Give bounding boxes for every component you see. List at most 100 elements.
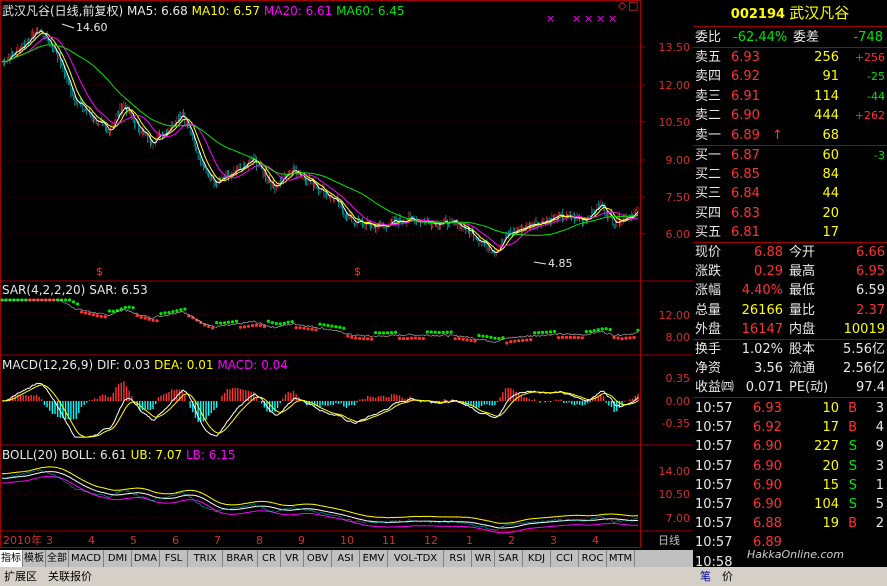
sar-dot [278, 322, 282, 326]
tab-vr[interactable]: VR [281, 550, 304, 567]
tab-全部[interactable]: 全部 [46, 550, 69, 567]
sar-dot [529, 338, 533, 342]
sar-dot [95, 314, 99, 318]
sar-dot [493, 336, 497, 340]
sar-dot [473, 339, 477, 343]
sar-dot [556, 336, 561, 340]
stat-label: 今开 [789, 245, 816, 260]
tick-price: 6.90 [753, 439, 782, 455]
sar-dot [624, 336, 628, 340]
y-tick-label: 13.50 [659, 41, 691, 54]
x-month-label: 11 [382, 534, 396, 547]
x-year-label: 2010年 [3, 533, 42, 547]
stock-name: 武汉凡谷 [789, 4, 850, 22]
sar-dot [378, 331, 382, 335]
weibi-row: 委比 -62.44% 委差 -748 [693, 28, 887, 47]
sar-dot [234, 319, 239, 323]
tab-asi[interactable]: ASI [332, 550, 360, 567]
tick-side: B [848, 516, 857, 532]
tab-模板[interactable]: 模板 [23, 550, 46, 567]
sar-dot [596, 328, 600, 332]
ask-row: 卖四 6.92 91 -25 [693, 67, 887, 86]
sar-dot [533, 331, 537, 335]
tick-view-button[interactable]: 笔 [700, 568, 711, 585]
sar-dot [175, 309, 179, 313]
y-tick-label: 9.00 [666, 154, 691, 167]
sar-dot [238, 325, 243, 329]
sar-dot [274, 322, 278, 326]
tick-time: 10:57 [695, 516, 733, 532]
sar-dot [167, 310, 171, 315]
tick-count: 9 [875, 439, 884, 455]
tab-roc[interactable]: ROC [579, 550, 607, 567]
sar-dot [525, 338, 529, 342]
fund-value: 1.02% [741, 342, 783, 357]
high-price-label: 14.60 [76, 21, 108, 34]
price-view-button[interactable]: 价 [722, 568, 733, 585]
kline-chart-svg[interactable]: 13.50 12.00 10.50 9.00 7.50 6.00 12.00 8.00 0.35… [0, 0, 693, 548]
tab-指标[interactable]: 指标 [0, 550, 23, 567]
tab-emv[interactable]: EMV [360, 550, 388, 567]
ask-volume: 256 [814, 50, 839, 65]
sar-dot [441, 330, 445, 334]
tab-rsi[interactable]: RSI [444, 550, 472, 567]
sar-dot [537, 331, 541, 335]
tick-count: 5 [875, 497, 884, 512]
tab-dmi[interactable]: DMI [104, 550, 132, 567]
tick-row: 10:57 6.90 227 S 9 [693, 437, 887, 456]
sar-dot [123, 305, 127, 310]
tab-sar[interactable]: SAR [495, 550, 523, 567]
tab-vol-tdx[interactable]: VOL-TDX [388, 550, 444, 567]
tab-dma[interactable]: DMA [132, 550, 160, 567]
sar-dot [83, 311, 88, 315]
tab-mtm[interactable]: MTM [607, 550, 635, 567]
sar-dot [151, 318, 155, 322]
sar-dot [469, 338, 473, 342]
x-month-label: 5 [130, 534, 137, 547]
macd-value: MACD: 0.04 [217, 358, 288, 372]
tick-price: 6.93 [753, 401, 782, 416]
sar-dot [477, 333, 481, 338]
sar-dot [370, 337, 374, 341]
x-month-label: 12 [424, 534, 438, 547]
sar-dot [298, 326, 302, 330]
tick-side: S [848, 458, 857, 474]
tab-trix[interactable]: TRIX [188, 550, 223, 567]
tick-price: 6.92 [753, 420, 782, 436]
bid-row: 买二 6.85 84 [693, 165, 887, 184]
tab-macd[interactable]: MACD [69, 550, 104, 567]
sar-y-tick-label: 8.00 [666, 331, 691, 344]
fund-row: 收益㈣ 0.071 PE(动) 97.4 [693, 378, 887, 397]
bid-volume: 44 [822, 186, 839, 202]
tab-wr[interactable]: WR [472, 550, 495, 567]
sar-dot [489, 335, 493, 339]
tick-side: S [848, 497, 857, 512]
tab-kdj[interactable]: KDJ [523, 550, 551, 567]
status-bar: 扩展区 关联报价 笔 价 [0, 567, 887, 586]
tab-brar[interactable]: BRAR [223, 550, 258, 567]
sar-dot [544, 330, 549, 334]
sar-dot [139, 315, 143, 319]
dividend-marker: $ [96, 265, 103, 278]
extension-area-button[interactable]: 扩展区 [4, 568, 37, 585]
bid-row: 买三 6.84 44 [693, 184, 887, 203]
sar-dot [548, 330, 553, 334]
bid-volume: 17 [822, 224, 839, 240]
weibi-label: 委比 [695, 30, 722, 45]
sar-dot [385, 331, 390, 335]
tab-cr[interactable]: CR [258, 550, 281, 567]
tab-fsl[interactable]: FSL [160, 550, 188, 567]
tick-side: S [848, 477, 857, 493]
kline-chart-area[interactable]: 13.50 12.00 10.50 9.00 7.50 6.00 12.00 8.00 0.35… [0, 0, 693, 548]
related-quote-button[interactable]: 关联报价 [48, 568, 92, 585]
sar-dot [103, 315, 107, 319]
tab-obv[interactable]: OBV [304, 550, 332, 567]
bid-price: 6.84 [731, 186, 760, 202]
chart-title: 武汉凡谷(日线,前复权) [2, 4, 124, 18]
sar-dot [401, 336, 406, 341]
sar-dot [310, 327, 314, 331]
tab-cci[interactable]: CCI [551, 550, 579, 567]
boll-name: BOLL(20) [2, 448, 58, 462]
sar-dot [282, 321, 286, 325]
boll-y-tick-label: 14.00 [659, 465, 691, 478]
